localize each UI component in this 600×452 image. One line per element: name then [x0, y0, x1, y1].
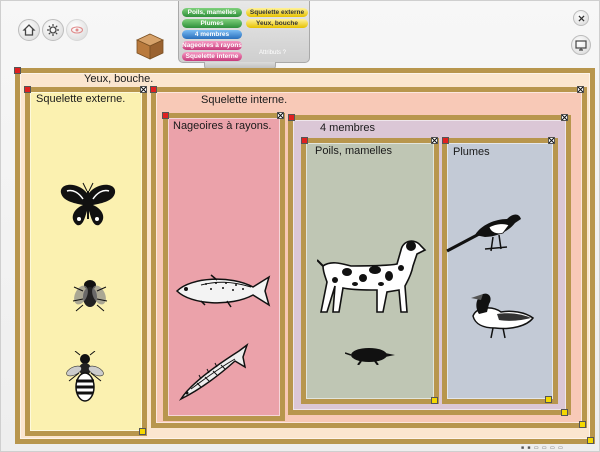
set-close-handle[interactable] [561, 114, 568, 121]
set-close-handle[interactable] [140, 86, 147, 93]
export-button[interactable] [571, 35, 591, 55]
set-label: 4 membres [320, 122, 376, 134]
set-label: Plumes [453, 146, 490, 158]
dalmatian-dog-card[interactable] [316, 236, 427, 316]
butterfly-card[interactable] [57, 181, 119, 231]
mole-card[interactable] [344, 345, 397, 366]
butterfly-icon [60, 182, 116, 226]
set-label: Poils, mamelles [315, 145, 393, 157]
duck-icon [471, 293, 535, 339]
close-icon [577, 14, 585, 22]
fly-icon [72, 280, 108, 312]
set-resize-handle[interactable] [579, 421, 586, 428]
wasp-icon [66, 350, 104, 402]
palette-item-squelette-externe[interactable]: Squelette externe [246, 8, 308, 17]
set-close-handle[interactable] [548, 137, 555, 144]
duck-card[interactable] [467, 290, 537, 340]
gear-icon [47, 24, 59, 36]
set-resize-handle[interactable] [139, 428, 146, 435]
set-label: Squelette interne. [201, 94, 288, 106]
palette-item-4-membres[interactable]: 4 membres [182, 30, 242, 39]
set-move-handle[interactable] [150, 86, 157, 93]
set-move-handle[interactable] [14, 67, 21, 74]
set-close-handle[interactable] [431, 137, 438, 144]
magpie-icon [446, 214, 521, 253]
magpie-card[interactable] [445, 207, 523, 255]
pike-card[interactable] [177, 342, 249, 403]
palette-item-squelette-interne[interactable]: Squelette interne [182, 52, 242, 61]
view-button[interactable] [66, 19, 88, 41]
set-move-handle[interactable] [162, 112, 169, 119]
house-icon [22, 24, 36, 36]
wasp-card[interactable] [65, 350, 105, 405]
close-button[interactable] [573, 10, 589, 26]
palette-footer[interactable]: Attributs ? [259, 50, 286, 56]
palette-item-yeux-bouche[interactable]: Yeux, bouche [246, 19, 308, 28]
set-resize-handle[interactable] [431, 397, 438, 404]
set-label: Squelette externe. [36, 93, 126, 105]
trout-card[interactable] [171, 271, 273, 311]
set-close-handle[interactable] [577, 86, 584, 93]
eye-icon [70, 26, 84, 34]
tools-button[interactable] [42, 19, 64, 41]
mole-icon [344, 348, 395, 366]
set-move-handle[interactable] [24, 86, 31, 93]
crate-button[interactable] [135, 31, 165, 61]
palette-item-plumes[interactable]: Plumes [182, 19, 242, 28]
pike-icon [178, 342, 249, 401]
app-window: Poils, mamelles Squelette externe Plumes… [0, 0, 600, 452]
set-resize-handle[interactable] [561, 409, 568, 416]
home-button[interactable] [18, 19, 40, 41]
crate-icon [136, 33, 164, 60]
set-label: Yeux, bouche. [84, 73, 154, 85]
fly-card[interactable] [71, 277, 109, 313]
set-resize-handle[interactable] [545, 396, 552, 403]
attribute-palette: Poils, mamelles Squelette externe Plumes… [178, 1, 310, 63]
set-move-handle[interactable] [301, 137, 308, 144]
dog-icon [316, 240, 427, 313]
set-resize-handle[interactable] [587, 437, 594, 444]
status-indicator: ■ ■ ▭ ▭ ▭ ▭ [521, 445, 564, 451]
set-move-handle[interactable] [442, 137, 449, 144]
set-label: Nageoires à rayons. [173, 120, 272, 132]
set-plumes[interactable]: Plumes [442, 138, 558, 404]
trout-icon [175, 274, 271, 308]
set-move-handle[interactable] [288, 114, 295, 121]
monitor-icon [575, 40, 587, 51]
palette-item-nageoires[interactable]: Nageoires à rayons [182, 41, 242, 50]
set-close-handle[interactable] [277, 112, 284, 119]
palette-item-poils[interactable]: Poils, mamelles [182, 8, 242, 17]
